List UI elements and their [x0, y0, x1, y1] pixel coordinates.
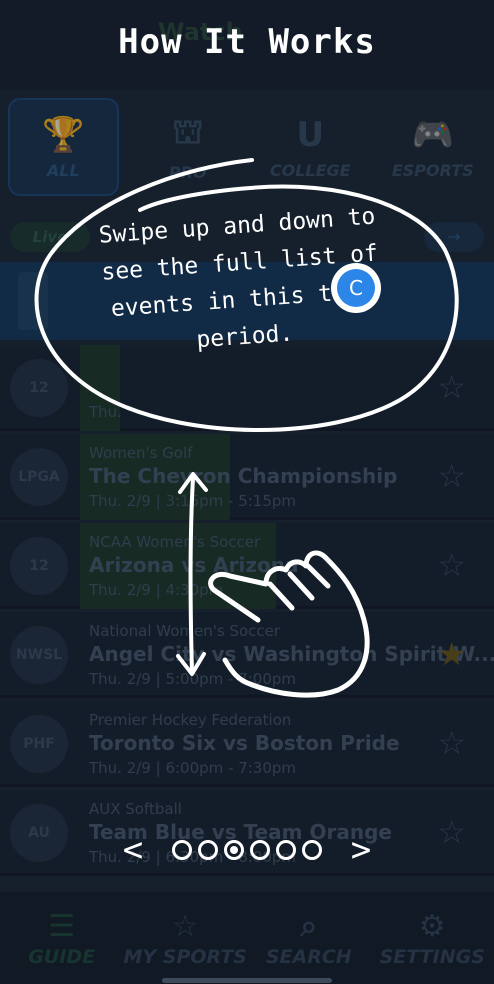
tutorial-pager: < >	[118, 830, 376, 870]
tutorial-overlay[interactable]: How It Works Swipe up and down to see th…	[0, 0, 494, 984]
prev-page-button[interactable]: <	[118, 830, 148, 870]
swipe-arrow-icon	[176, 472, 208, 676]
user-avatar[interactable]: C	[331, 263, 381, 313]
page-dot-current[interactable]	[224, 840, 244, 860]
avatar-letter: C	[337, 269, 375, 307]
home-indicator	[162, 978, 332, 983]
page-dot[interactable]	[302, 840, 322, 860]
hand-icon	[208, 550, 370, 698]
page-dot[interactable]	[250, 840, 270, 860]
page-dot[interactable]	[198, 840, 218, 860]
next-page-button[interactable]: >	[346, 830, 376, 870]
page-dots	[172, 840, 322, 860]
page-dot[interactable]	[276, 840, 296, 860]
page-dot[interactable]	[172, 840, 192, 860]
